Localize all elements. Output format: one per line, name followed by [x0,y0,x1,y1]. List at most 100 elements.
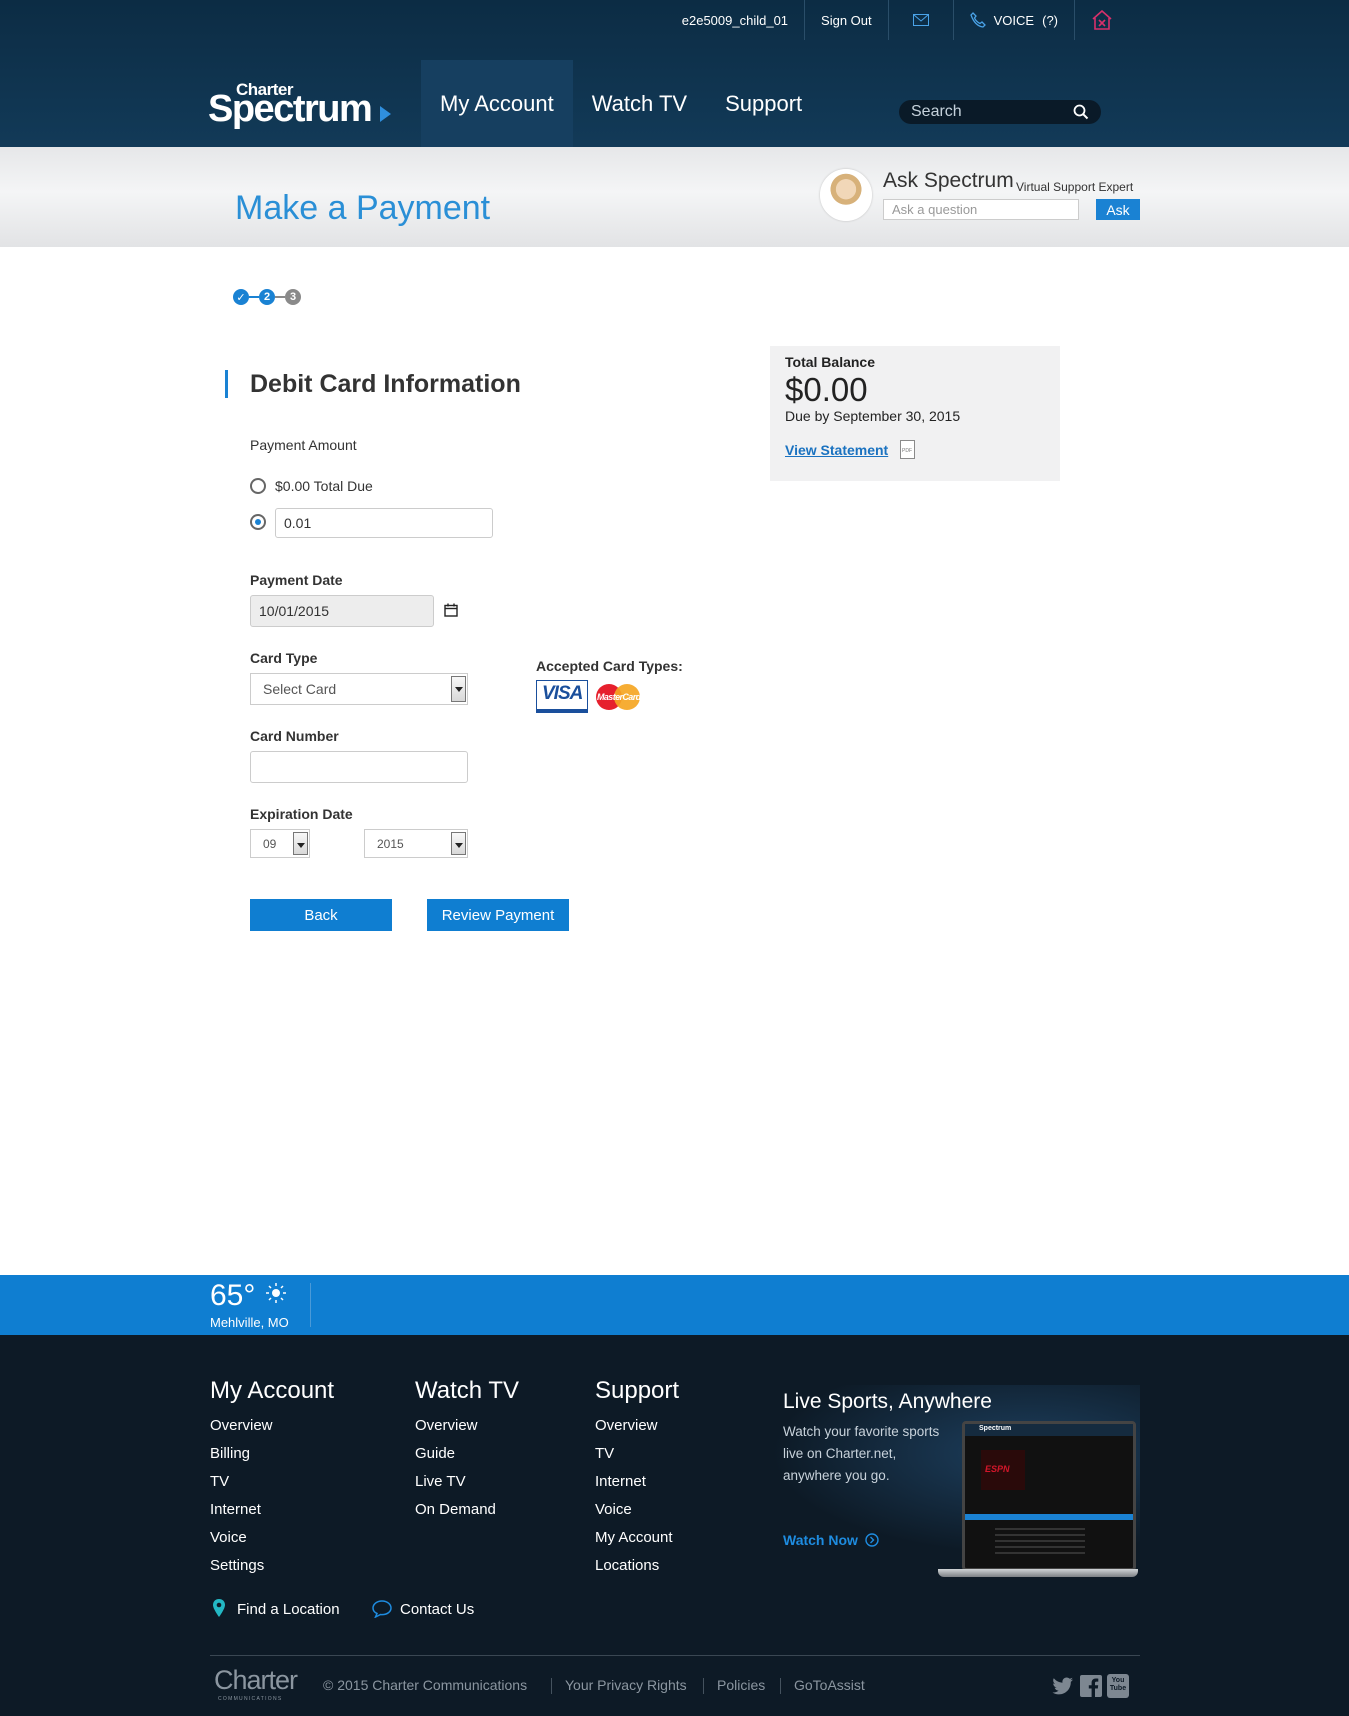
total-balance-label: Total Balance [785,354,875,370]
voice-count: (?) [1042,12,1058,28]
search-input[interactable] [911,103,1061,121]
youtube-icon[interactable]: You Tube [1107,1674,1129,1698]
laptop-screen-logo: Spectrum [979,1425,1012,1432]
ask-spectrum-title: Ask Spectrum [883,169,1014,192]
spectrum-logo[interactable]: Charter Spectrum [208,80,393,130]
footer-my-account-title[interactable]: My Account [210,1377,334,1405]
logo-arrow-icon [380,106,391,122]
promo-text-line-3: anywhere you go. [783,1468,890,1483]
card-type-label: Card Type [250,650,318,666]
policies-link[interactable]: Policies [717,1677,765,1693]
visa-logo-icon: VISA [536,680,588,713]
footer-link[interactable]: On Demand [415,1501,496,1518]
total-due-radio[interactable] [250,478,266,494]
step-connector [249,296,259,298]
footer-link[interactable]: Overview [595,1417,658,1434]
watch-now-link[interactable]: Watch Now [783,1532,858,1548]
legal-divider [551,1678,552,1694]
facebook-icon[interactable] [1080,1675,1102,1697]
promo-text-line-2: live on Charter.net, [783,1446,897,1461]
footer-link[interactable]: Live TV [415,1473,466,1490]
voice-link[interactable]: VOICE (?) [952,0,1074,40]
footer-link[interactable]: Voice [595,1501,632,1518]
ask-question-input[interactable] [883,199,1079,220]
footer-link[interactable]: Overview [210,1417,273,1434]
mail-link[interactable] [887,0,953,40]
total-due-option-label[interactable]: $0.00 Total Due [275,478,373,494]
main-nav: My Account Watch TV Support [421,60,821,147]
pdf-icon[interactable]: PDF [900,440,915,459]
card-number-label: Card Number [250,728,339,744]
back-button[interactable]: Back [250,899,392,931]
footer-link[interactable]: Locations [595,1557,659,1574]
payment-date-label: Payment Date [250,572,343,588]
footer-watch-tv-title[interactable]: Watch TV [415,1377,519,1405]
payment-date-input[interactable] [250,595,434,627]
weather-bar: 65° Mehlville, MO [0,1275,1349,1335]
sign-out-label[interactable]: Sign Out [821,13,872,28]
visa-logo-text: VISA [542,683,583,704]
page-title: Make a Payment [235,189,491,227]
footer-link[interactable]: Guide [415,1445,455,1462]
twitter-icon[interactable] [1052,1677,1074,1695]
nav-my-account[interactable]: My Account [421,60,573,147]
footer-link[interactable]: Internet [210,1501,261,1518]
mastercard-logo-icon: MasterCard [596,682,641,712]
mail-icon[interactable] [912,14,929,26]
privacy-rights-link[interactable]: Your Privacy Rights [565,1677,687,1693]
exp-year-select[interactable]: 2015 [364,829,468,858]
voice-label[interactable]: VOICE [994,13,1034,28]
chevron-down-icon[interactable] [451,832,466,855]
footer-link[interactable]: Billing [210,1445,250,1462]
footer-link[interactable]: TV [210,1473,229,1490]
custom-amount-input[interactable] [275,508,493,538]
sign-out-link[interactable]: Sign Out [804,0,888,40]
chevron-down-icon[interactable] [293,832,308,855]
footer-link[interactable]: Voice [210,1529,247,1546]
ask-spectrum-avatar [820,169,872,221]
card-number-input[interactable] [250,751,468,783]
chat-bubble-icon[interactable] [372,1600,392,1618]
username[interactable]: e2e5009_child_01 [682,13,788,28]
gotoassist-link[interactable]: GoToAssist [794,1677,865,1693]
calendar-icon[interactable] [444,603,458,617]
charter-logo-text: Charter [214,1665,298,1695]
step-connector [275,296,285,298]
exp-year-value: 2015 [377,836,404,851]
footer-link[interactable]: Internet [595,1473,646,1490]
legal-divider [703,1678,704,1694]
copyright-text: © 2015 Charter Communications [323,1677,528,1693]
search-box [899,100,1101,124]
card-type-select[interactable]: Select Card [250,673,468,705]
weather-divider [310,1283,311,1327]
search-icon[interactable] [1073,104,1089,120]
section-accent-bar [225,370,228,398]
exp-month-select[interactable]: 09 [250,829,310,858]
footer-support-title[interactable]: Support [595,1377,679,1405]
arrow-circle-icon[interactable] [865,1533,879,1547]
home-alert-link[interactable] [1074,0,1129,40]
step-1-complete: ✓ [233,289,249,305]
review-payment-button[interactable]: Review Payment [427,899,569,931]
custom-amount-radio[interactable] [250,514,266,530]
charter-logo-subtext: COMMUNICATIONS [218,1696,283,1702]
footer-link[interactable]: Settings [210,1557,264,1574]
footer-link[interactable]: Overview [415,1417,478,1434]
footer-link[interactable]: TV [595,1445,614,1462]
nav-support[interactable]: Support [706,60,821,147]
username-link[interactable]: e2e5009_child_01 [666,0,804,40]
find-location-link[interactable]: Find a Location [237,1601,340,1618]
laptop-screen-image: Spectrum ESPN [962,1421,1136,1571]
chevron-down-icon[interactable] [451,676,466,702]
contact-us-link[interactable]: Contact Us [400,1601,474,1618]
phone-icon [969,12,986,28]
nav-watch-tv[interactable]: Watch TV [573,60,706,147]
balance-summary: Total Balance $0.00 Due by September 30,… [770,346,1060,481]
logo-spectrum-text: Spectrum [208,88,373,130]
location-pin-icon[interactable] [212,1598,226,1618]
home-alert-icon[interactable] [1091,10,1113,30]
view-statement-link[interactable]: View Statement [785,442,888,458]
footer-link[interactable]: My Account [595,1529,673,1546]
page-banner: Make a Payment Ask Spectrum Virtual Supp… [0,147,1349,247]
ask-button[interactable]: Ask [1096,199,1140,220]
